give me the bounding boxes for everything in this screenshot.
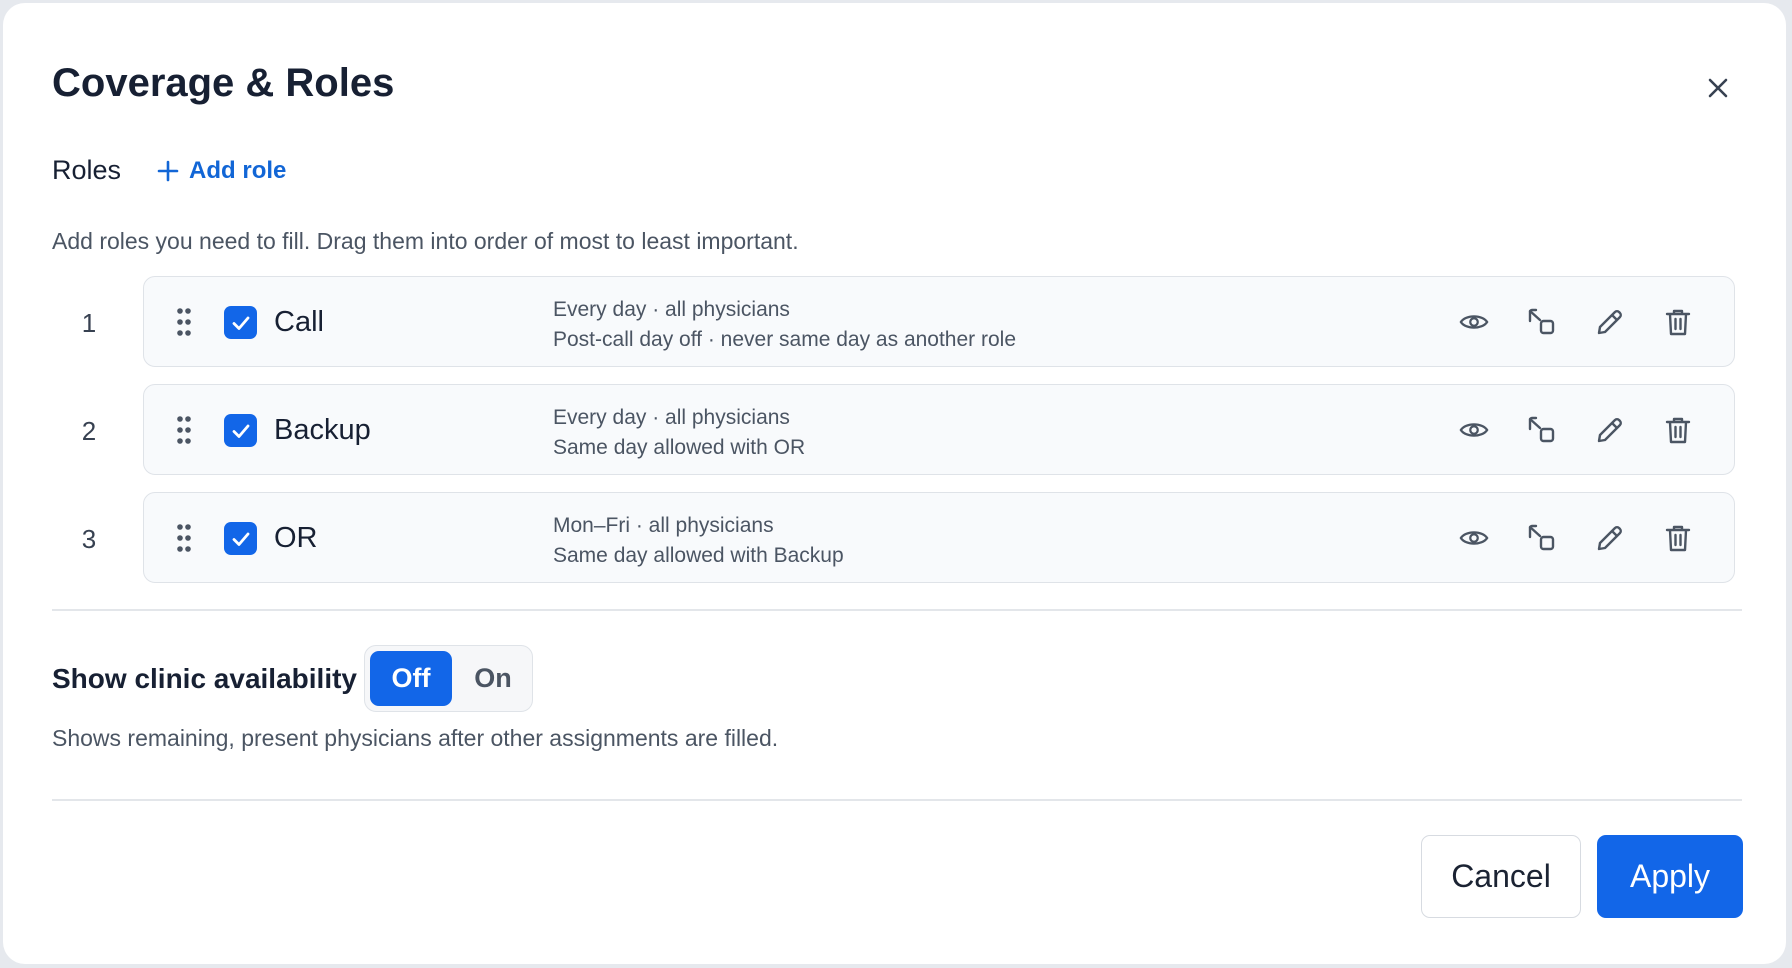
add-role-button[interactable]: Add role bbox=[157, 157, 286, 185]
role-actions bbox=[1459, 518, 1693, 558]
role-card-or[interactable]: OR Mon–Fri · all physicians Same day all… bbox=[143, 492, 1735, 583]
delete-button[interactable] bbox=[1663, 410, 1693, 450]
preview-button[interactable] bbox=[1459, 518, 1489, 558]
role-actions bbox=[1459, 302, 1693, 342]
role-schedule: Every day · all physicians bbox=[553, 406, 790, 429]
role-checkbox[interactable] bbox=[224, 522, 257, 555]
drag-handle-icon[interactable] bbox=[176, 523, 192, 553]
roles-hint: Add roles you need to fill. Drag them in… bbox=[52, 228, 799, 254]
role-name: OR bbox=[274, 522, 318, 554]
edit-button[interactable] bbox=[1595, 302, 1625, 342]
plus-icon bbox=[157, 160, 179, 181]
role-rule: Same day allowed with Backup bbox=[553, 544, 844, 567]
role-description: Every day · all physicians Same day allo… bbox=[553, 403, 805, 463]
pencil-icon bbox=[1597, 526, 1622, 551]
delete-button[interactable] bbox=[1663, 518, 1693, 558]
preview-button[interactable] bbox=[1459, 302, 1489, 342]
clinic-availability-toggle: Off On bbox=[364, 645, 533, 712]
clinic-availability-hint: Shows remaining, present physicians afte… bbox=[52, 725, 779, 751]
check-icon bbox=[232, 532, 249, 546]
check-icon bbox=[232, 424, 249, 438]
roles-label: Roles bbox=[52, 155, 122, 185]
copy-icon bbox=[1528, 416, 1555, 443]
check-icon bbox=[232, 316, 249, 330]
copy-icon bbox=[1528, 308, 1555, 335]
cancel-button[interactable]: Cancel bbox=[1421, 835, 1581, 918]
preview-button[interactable] bbox=[1459, 410, 1489, 450]
section-divider bbox=[52, 609, 1742, 611]
duplicate-button[interactable] bbox=[1527, 518, 1557, 558]
role-checkbox[interactable] bbox=[224, 414, 257, 447]
close-icon bbox=[1708, 78, 1728, 98]
role-actions bbox=[1459, 410, 1693, 450]
role-schedule: Every day · all physicians bbox=[553, 298, 790, 321]
drag-handle-icon[interactable] bbox=[176, 415, 192, 445]
role-card-call[interactable]: Call Every day · all physicians Post-cal… bbox=[143, 276, 1735, 367]
edit-button[interactable] bbox=[1595, 518, 1625, 558]
role-rank: 1 bbox=[81, 308, 97, 338]
role-rule: Same day allowed with OR bbox=[553, 436, 806, 459]
role-rank: 3 bbox=[81, 524, 97, 554]
role-name: Backup bbox=[274, 414, 371, 446]
eye-icon bbox=[1459, 423, 1489, 437]
role-description: Mon–Fri · all physicians Same day allowe… bbox=[553, 511, 844, 571]
edit-button[interactable] bbox=[1595, 410, 1625, 450]
duplicate-button[interactable] bbox=[1527, 302, 1557, 342]
trash-icon bbox=[1665, 309, 1691, 336]
add-role-label: Add role bbox=[189, 156, 287, 184]
pencil-icon bbox=[1597, 310, 1622, 335]
footer-divider bbox=[52, 799, 1742, 801]
dialog-title: Coverage & Roles bbox=[52, 61, 395, 105]
roles-header: Roles Add role bbox=[52, 155, 286, 186]
coverage-roles-dialog: Coverage & Roles Roles Add role Add role… bbox=[3, 3, 1786, 964]
delete-button[interactable] bbox=[1663, 302, 1693, 342]
apply-button[interactable]: Apply bbox=[1597, 835, 1743, 918]
role-name: Call bbox=[274, 306, 324, 338]
toggle-on-option[interactable]: On bbox=[457, 651, 529, 706]
copy-icon bbox=[1528, 524, 1555, 551]
eye-icon bbox=[1459, 315, 1489, 329]
trash-icon bbox=[1665, 525, 1691, 552]
duplicate-button[interactable] bbox=[1527, 410, 1557, 450]
role-rule: Post-call day off · never same day as an… bbox=[553, 328, 1017, 351]
role-card-backup[interactable]: Backup Every day · all physicians Same d… bbox=[143, 384, 1735, 475]
role-rank: 2 bbox=[81, 416, 97, 446]
clinic-availability-label: Show clinic availability bbox=[52, 663, 357, 694]
role-description: Every day · all physicians Post-call day… bbox=[553, 295, 1016, 355]
role-schedule: Mon–Fri · all physicians bbox=[553, 514, 774, 537]
role-checkbox[interactable] bbox=[224, 306, 257, 339]
toggle-off-option[interactable]: Off bbox=[370, 651, 452, 706]
trash-icon bbox=[1665, 417, 1691, 444]
drag-handle-icon[interactable] bbox=[176, 307, 192, 337]
close-button[interactable] bbox=[1703, 73, 1733, 103]
pencil-icon bbox=[1597, 418, 1622, 443]
eye-icon bbox=[1459, 531, 1489, 545]
